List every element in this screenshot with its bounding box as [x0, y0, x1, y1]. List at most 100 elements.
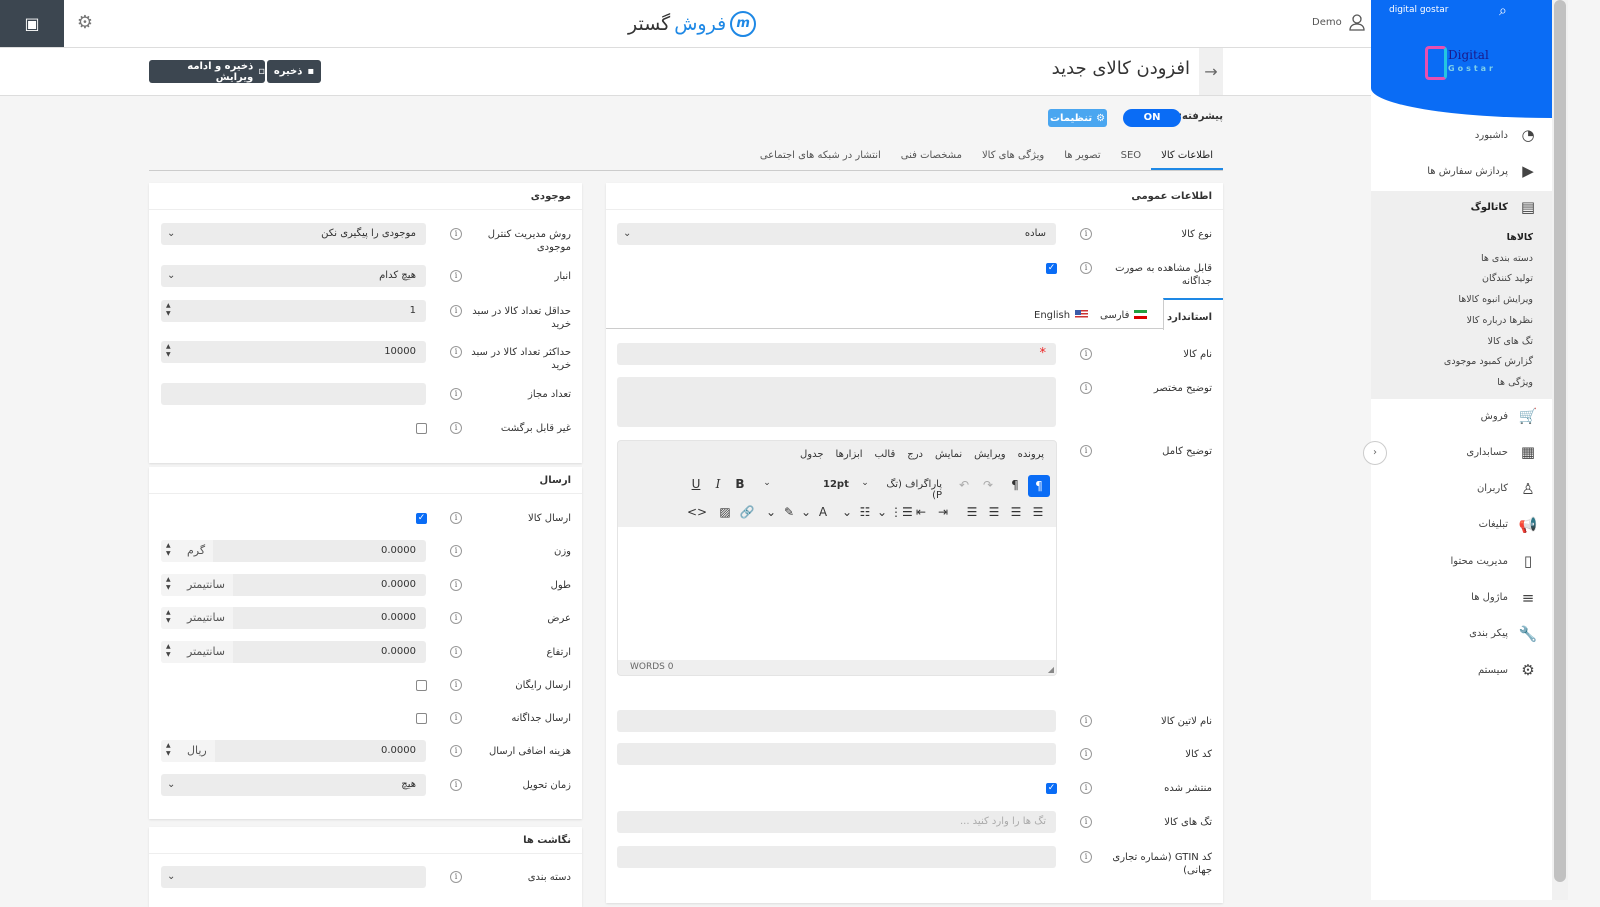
input-field[interactable]: [161, 383, 426, 405]
tab-1[interactable]: SEO: [1111, 143, 1152, 170]
info-icon[interactable]: i: [450, 512, 462, 524]
font-size-select[interactable]: 12pt: [823, 479, 849, 490]
underline-icon[interactable]: U: [687, 477, 705, 491]
input-field[interactable]: 0.0000 سانتیمتر ▲ ▼: [161, 641, 426, 663]
sidebar-collapse-button[interactable]: ›: [1363, 441, 1387, 465]
info-icon[interactable]: i: [450, 779, 462, 791]
info-icon[interactable]: i: [450, 745, 462, 757]
sidebar-subitem[interactable]: تگ های کالا: [1488, 336, 1533, 347]
info-icon[interactable]: i: [1080, 715, 1092, 727]
editor-menu-item[interactable]: نمایش: [935, 449, 962, 460]
sidebar-item[interactable]: ⚙ سیستم: [1478, 660, 1538, 680]
lang-tab-standard[interactable]: استاندارد: [1163, 298, 1223, 330]
info-icon[interactable]: i: [450, 679, 462, 691]
back-arrow-icon[interactable]: →: [1199, 48, 1223, 95]
info-icon[interactable]: i: [450, 545, 462, 557]
link-icon[interactable]: 🔗: [738, 505, 756, 519]
info-icon[interactable]: i: [1080, 816, 1092, 828]
spinner-icon[interactable]: ▲ ▼: [166, 302, 171, 318]
justify-icon[interactable]: ☰: [963, 505, 981, 519]
sidebar-item[interactable]: ▦ حسابداری: [1466, 442, 1538, 462]
info-icon[interactable]: i: [450, 305, 462, 317]
info-icon[interactable]: i: [450, 712, 462, 724]
chevron-down-icon[interactable]: ⌄: [762, 505, 780, 519]
select-field[interactable]: هیچ کدام ⌄: [161, 265, 426, 287]
info-icon[interactable]: i: [1080, 348, 1092, 360]
resize-handle[interactable]: ◢: [1048, 665, 1054, 674]
chevron-down-icon[interactable]: ⌄: [838, 505, 856, 519]
tab-2[interactable]: تصویر ها: [1054, 143, 1110, 170]
input-field[interactable]: 0.0000 سانتیمتر ▲ ▼: [161, 574, 426, 596]
spinner-icon[interactable]: ▲ ▼: [166, 742, 171, 758]
sidebar-item[interactable]: ▯ مدیریت محتوا: [1451, 551, 1538, 571]
advanced-toggle[interactable]: ON: [1123, 109, 1181, 127]
align-left-icon[interactable]: ☰: [1029, 505, 1047, 519]
save-continue-button[interactable]: ▫ ذخیره و ادامه ویرایش: [149, 60, 265, 83]
checkbox[interactable]: [416, 680, 427, 691]
spinner-icon[interactable]: ▲ ▼: [166, 643, 171, 659]
editor-menu-item[interactable]: درج: [907, 449, 923, 460]
spinner-icon[interactable]: ▲ ▼: [166, 609, 171, 625]
info-icon[interactable]: i: [450, 646, 462, 658]
brand-logo[interactable]: گستر فروش m: [628, 10, 757, 38]
info-icon[interactable]: i: [450, 579, 462, 591]
tab-5[interactable]: انتشار در شبکه های اجتماعی: [750, 143, 891, 170]
sidebar-subitem[interactable]: تولید کنندگان: [1482, 273, 1533, 284]
highlight-icon[interactable]: ✎: [780, 505, 798, 519]
scrollbar-thumb[interactable]: [1554, 0, 1566, 882]
spinner-icon[interactable]: ▲ ▼: [166, 542, 171, 558]
bold-icon[interactable]: B: [731, 477, 749, 491]
info-icon[interactable]: i: [450, 228, 462, 240]
editor-menu-item[interactable]: پرونده: [1018, 449, 1044, 460]
select-field[interactable]: ساده ⌄: [617, 223, 1056, 245]
editor-menu-item[interactable]: ویرایش: [974, 449, 1005, 460]
outdent-icon[interactable]: ⇤: [912, 505, 930, 519]
info-icon[interactable]: i: [450, 422, 462, 434]
chevron-down-icon[interactable]: ⌄: [797, 505, 815, 519]
sidebar-subitem[interactable]: ویژگی ها: [1497, 377, 1533, 388]
lang-tab-english[interactable]: English: [1034, 310, 1089, 321]
info-icon[interactable]: i: [450, 388, 462, 400]
search-icon[interactable]: ⌕: [1499, 3, 1507, 19]
info-icon[interactable]: i: [1080, 228, 1092, 240]
font-color-icon[interactable]: A: [814, 505, 832, 519]
tags-input[interactable]: تگ ها را وارد کنید ...: [617, 811, 1056, 833]
numbered-list-icon[interactable]: ☷: [856, 505, 874, 519]
checkbox[interactable]: ✓: [1046, 783, 1057, 794]
sidebar-item[interactable]: ♙ کاربران: [1477, 479, 1538, 499]
lang-tab-farsi[interactable]: فارسی: [1100, 310, 1148, 321]
info-icon[interactable]: i: [450, 270, 462, 282]
select-field[interactable]: موجودی را پیگیری نکن ⌄: [161, 223, 426, 245]
info-icon[interactable]: i: [1080, 382, 1092, 394]
info-icon[interactable]: i: [1080, 445, 1092, 457]
info-icon[interactable]: i: [450, 346, 462, 358]
sidebar-subitem[interactable]: کالاها: [1507, 232, 1533, 243]
gear-icon[interactable]: ⚙: [74, 12, 96, 34]
input-field[interactable]: 0.0000 سانتیمتر ▲ ▼: [161, 607, 426, 629]
sidebar-item[interactable]: ≡ ماژول ها: [1471, 588, 1538, 608]
spinner-icon[interactable]: ▲ ▼: [166, 343, 171, 359]
indent-icon[interactable]: ⇥: [934, 505, 952, 519]
plugin-button[interactable]: ▣: [0, 0, 64, 47]
input-field[interactable]: 0.0000 گرم ▲ ▼: [161, 540, 426, 562]
sidebar-item[interactable]: ▶ پردازش سفارش ها: [1427, 161, 1538, 181]
checkbox[interactable]: [416, 423, 427, 434]
block-format-select[interactable]: پاراگراف (تگ P): [878, 479, 942, 501]
product-name-input[interactable]: *: [617, 343, 1056, 365]
undo-icon[interactable]: ↶: [955, 478, 973, 492]
redo-icon[interactable]: ↷: [979, 478, 997, 492]
image-icon[interactable]: ▨: [716, 505, 734, 519]
info-icon[interactable]: i: [1080, 851, 1092, 863]
align-right-icon[interactable]: ☰: [985, 505, 1003, 519]
sidebar-item[interactable]: ▤ کاتالوگ: [1471, 197, 1538, 217]
italic-icon[interactable]: I: [709, 477, 727, 491]
sidebar-subitem[interactable]: نظرها درباره کالا: [1467, 315, 1533, 326]
tab-4[interactable]: مشخصات فنی: [891, 143, 972, 170]
sidebar-item[interactable]: 🔧 پیکر بندی: [1469, 624, 1538, 644]
sidebar-item[interactable]: ◔ داشبورد: [1475, 125, 1538, 145]
editor-menu-item[interactable]: ابزارها: [836, 449, 863, 460]
input-field[interactable]: 0.0000 ریال ▲ ▼: [161, 740, 426, 762]
chevron-down-icon[interactable]: ⌄: [873, 505, 891, 519]
align-center-icon[interactable]: ☰: [1007, 505, 1025, 519]
checkbox[interactable]: ✓: [1046, 263, 1057, 274]
